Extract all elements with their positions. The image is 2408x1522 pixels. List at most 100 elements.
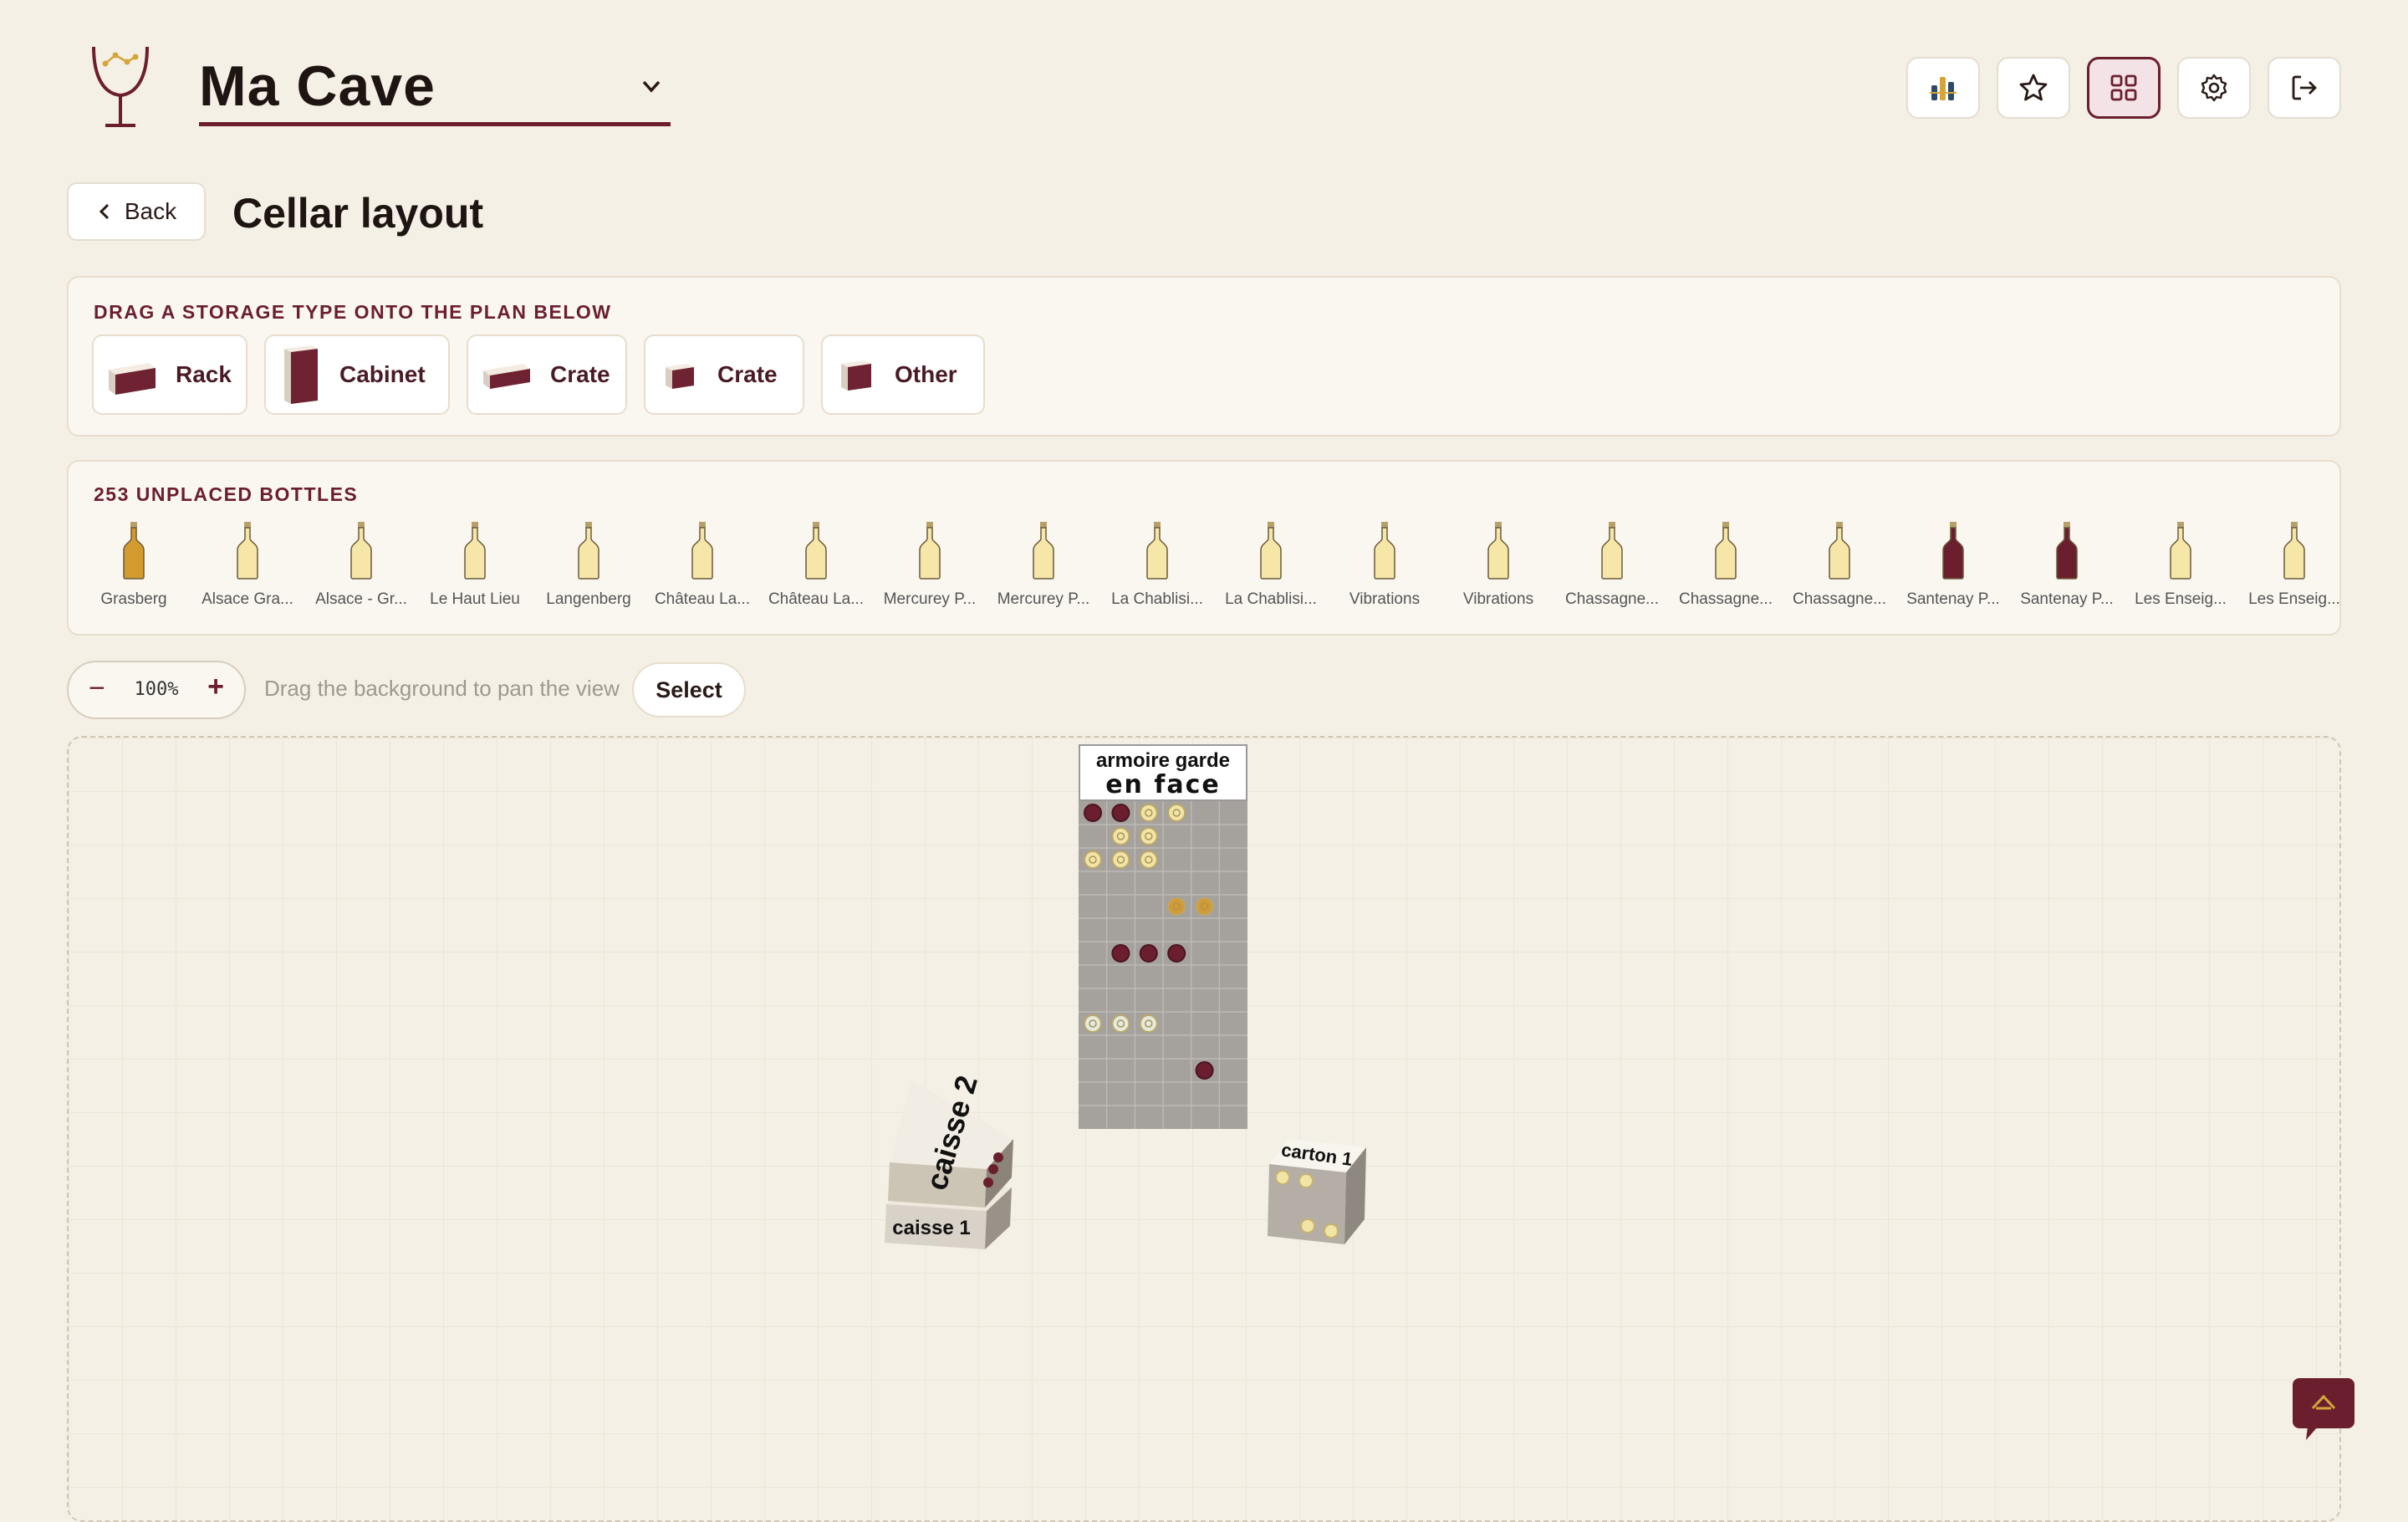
cellar-selector[interactable]: Ma Cave	[199, 50, 671, 126]
bottle-label: Château La...	[654, 590, 751, 608]
unplaced-bottle[interactable]: Mercurey P...	[989, 520, 1098, 609]
unplaced-bottle[interactable]: Alsace Gra...	[193, 520, 302, 609]
storage-type-small-crate[interactable]: Crate	[644, 335, 804, 415]
bottle-slot[interactable]	[1167, 804, 1186, 822]
bottle-slot[interactable]	[1139, 827, 1158, 845]
storage-type-label: Rack	[176, 361, 232, 387]
bottle-slot[interactable]	[1298, 1173, 1314, 1188]
storage-type-cabinet[interactable]: Cabinet	[264, 335, 450, 415]
logout-icon	[2292, 75, 2317, 100]
bottle-icon	[691, 522, 713, 580]
logout-button[interactable]	[2268, 57, 2341, 119]
cellar-name: Ma Cave	[199, 54, 436, 118]
unplaced-bottle[interactable]: Vibrations	[1444, 520, 1553, 609]
bottle-icon	[1487, 522, 1509, 580]
bottle-icon	[2170, 522, 2191, 580]
bottle-slot[interactable]	[1084, 804, 1102, 822]
unplaced-bottle[interactable]: La Chablisi...	[1103, 520, 1212, 609]
unplaced-bottle[interactable]: Les Enseig...	[2126, 520, 2235, 609]
layout-button[interactable]	[2087, 57, 2161, 119]
unplaced-bottle[interactable]: Mercurey P...	[875, 520, 984, 609]
unplaced-bottle[interactable]: Santenay P...	[1899, 520, 2008, 609]
armoire-storage[interactable]: armoire garde en face	[1079, 744, 1247, 1129]
unplaced-bottle[interactable]: Chassagne...	[1671, 520, 1780, 609]
unplaced-bottle[interactable]: Chassagne...	[1558, 520, 1666, 609]
bottle-slot[interactable]	[1139, 944, 1158, 963]
bottle-label: Grasberg	[100, 590, 167, 608]
bottle-icon	[1601, 522, 1623, 580]
bottle-slot[interactable]	[993, 1152, 1003, 1162]
select-button[interactable]: Select	[632, 662, 746, 718]
bottle-slot[interactable]	[1139, 804, 1158, 822]
unplaced-bottle[interactable]: Le Haut Lieu	[421, 520, 529, 609]
favorites-button[interactable]	[1997, 57, 2070, 119]
bottle-icon	[1715, 522, 1737, 580]
bottle-slot[interactable]	[1084, 1014, 1102, 1033]
unplaced-bottle[interactable]: Santenay P...	[2013, 520, 2121, 609]
bottle-slot[interactable]	[1324, 1223, 1339, 1239]
bottle-icon	[1942, 522, 1964, 580]
bottle-slot[interactable]	[1300, 1218, 1315, 1233]
bottle-icon	[2283, 522, 2305, 580]
bottle-label: Mercurey P...	[883, 590, 977, 608]
bottle-label: Chassagne...	[1793, 590, 1886, 608]
chat-button[interactable]	[2293, 1378, 2354, 1440]
zoom-in-button[interactable]: +	[207, 671, 224, 703]
bottle-label: Santenay P...	[1906, 590, 2000, 608]
bottle-slot[interactable]	[1111, 804, 1130, 822]
unplaced-bottle[interactable]: Château La...	[762, 520, 870, 609]
unplaced-bottle[interactable]: Chassagne...	[1785, 520, 1894, 609]
bottle-slot[interactable]	[983, 1177, 993, 1187]
carton-1[interactable]: carton 1	[1263, 1129, 1371, 1246]
bottle-label: Alsace Gra...	[202, 590, 293, 608]
bottle-icon	[1829, 522, 1850, 580]
bottle-slot[interactable]	[1275, 1170, 1290, 1185]
bottle-slot[interactable]	[1139, 850, 1158, 869]
unplaced-bottle[interactable]: Château La...	[648, 520, 757, 609]
bottle-slot[interactable]	[1111, 850, 1130, 869]
unplaced-bottle[interactable]: Grasberg	[79, 520, 188, 609]
back-label: Back	[124, 198, 177, 224]
storage-type-rack[interactable]: Rack	[92, 335, 247, 415]
bottle-slot[interactable]	[1111, 827, 1130, 845]
bottle-slot[interactable]	[1111, 1014, 1130, 1033]
settings-button[interactable]	[2177, 57, 2251, 119]
bottle-label: Le Haut Lieu	[430, 590, 520, 608]
bottle-slot[interactable]	[1167, 944, 1186, 963]
storage-type-label: Crate	[550, 361, 610, 387]
unplaced-bottle[interactable]: Les Enseig...	[2240, 520, 2349, 609]
bottle-icon	[1260, 522, 1282, 580]
crate-icon	[483, 364, 530, 389]
bottle-icon	[237, 522, 258, 580]
bottle-icon	[805, 522, 827, 580]
small-crate-icon	[666, 364, 694, 389]
bottle-label: Vibrations	[1349, 590, 1421, 608]
zoom-control: − 100% +	[67, 661, 246, 719]
bottle-slot[interactable]	[1167, 897, 1186, 916]
stats-icon	[1930, 77, 1956, 100]
bottle-slot[interactable]	[988, 1164, 998, 1174]
bottle-slot[interactable]	[1195, 897, 1214, 916]
stats-button[interactable]	[1906, 57, 1980, 119]
back-button[interactable]: Back	[67, 182, 206, 241]
bottle-slot[interactable]	[1111, 944, 1130, 963]
grid-icon	[2110, 74, 2137, 101]
storage-type-other[interactable]: Other	[821, 335, 985, 415]
caisse-1-label: caisse 1	[892, 1217, 970, 1239]
unplaced-bottle[interactable]: Alsace - Gr...	[307, 520, 416, 609]
storage-type-label: Other	[895, 361, 957, 387]
chat-icon	[2306, 1394, 2336, 1440]
bottle-label: Santenay P...	[2020, 590, 2114, 608]
unplaced-bottle[interactable]: Langenberg	[534, 520, 643, 609]
unplaced-bottle[interactable]: Vibrations	[1330, 520, 1439, 609]
storage-type-label: Cabinet	[339, 361, 426, 387]
storage-type-crate[interactable]: Crate	[467, 335, 627, 415]
bottle-slot[interactable]	[1195, 1061, 1214, 1080]
storage-panel-title: DRAG A STORAGE TYPE ONTO THE PLAN BELOW	[94, 301, 612, 323]
wine-glass-logo-icon	[87, 43, 154, 130]
caisse-2[interactable]: caisse 2	[888, 1072, 1013, 1208]
storage-type-label: Crate	[717, 361, 778, 387]
bottle-slot[interactable]	[1084, 850, 1102, 869]
bottle-slot[interactable]	[1139, 1014, 1158, 1033]
unplaced-bottle[interactable]: La Chablisi...	[1217, 520, 1325, 609]
